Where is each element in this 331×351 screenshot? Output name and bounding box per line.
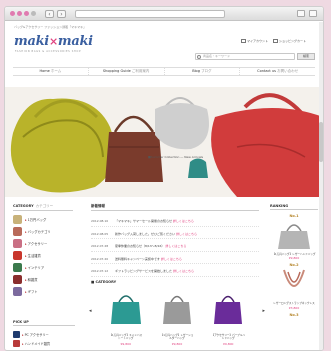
thumb-icon <box>13 239 22 248</box>
news-row[interactable]: 2012.07.12 ギフトラッピングサービスを開始しました 詳しくはこちら <box>91 267 259 277</box>
tab-dot-icon <box>31 11 36 16</box>
news-row[interactable]: 2012.07.28 夏季休業のお知らせ（8/13〜8/16） 詳しくはこちら <box>91 242 259 252</box>
back-arrow-icon[interactable]: ‹ <box>45 10 54 18</box>
sidebar-item-gift[interactable]: ギフト <box>13 286 73 297</box>
forward-arrow-icon[interactable]: › <box>57 10 66 18</box>
pickup-item-handmade[interactable]: ▸ ハンドメイド雑貨 <box>13 339 75 348</box>
search-icon <box>197 55 201 59</box>
hero-caption: ■Summer Collection ― New Arrivals <box>148 155 204 159</box>
product-card[interactable]: 【アクセサリー】パープルハンドバッグ ¥9,800 <box>211 288 245 346</box>
ranking-item[interactable]: No.2 レザーロングストラップネックレス ¥3,800 <box>270 263 318 309</box>
sidebar-item-accessory[interactable]: アクセサリー <box>13 238 73 249</box>
toolbar-icons <box>297 10 317 17</box>
bookmark-icon[interactable] <box>297 10 305 17</box>
logo-cross: × <box>48 35 58 48</box>
thumb-icon <box>13 227 22 236</box>
nav-blog[interactable]: Blog ブログ <box>165 68 241 75</box>
ranking-heading: RANKING <box>270 204 318 210</box>
ranking-necklace-image <box>283 270 305 288</box>
logo-left: maki <box>14 34 49 49</box>
hero-banner[interactable]: ■Summer Collection ― New Arrivals <box>5 87 323 197</box>
breadcrumb: バッグ&アクセサリー ファッション通販「マキマキ」 <box>14 25 87 29</box>
sidebar-item-wazakka[interactable]: 和雑貨 <box>13 274 73 285</box>
scrollbar-thumb[interactable] <box>319 122 323 162</box>
news-section: 新着情報 2012.08.10 「マキマキ」サマーセール開催のお知らせ 詳しくはこ… <box>91 204 259 280</box>
ranking-section: RANKING No.1 【1万円バッグ】レザーハンドバッグ ¥9,800 No… <box>270 204 318 318</box>
next-arrow-icon[interactable]: ▸ <box>262 308 265 314</box>
global-nav: Home ホーム Shopping Guide ご利用案内 Blog ブログ C… <box>13 67 315 76</box>
category-sidebar: CATEGORYカテゴリー 1万円バッグ バッグカテゴリ アクセサリー 生活雑貨… <box>13 204 73 298</box>
scrollbar[interactable] <box>319 22 323 350</box>
browser-titlebar: ‹ › <box>5 7 323 21</box>
thumb-icon <box>13 251 22 260</box>
thumb-icon <box>13 287 22 296</box>
my-account-link[interactable]: マイアカウント <box>241 39 268 43</box>
thumb-icon <box>13 331 20 338</box>
news-row[interactable]: 2012.08.05 新作バッグ入荷しました。ぜひご覧ください 詳しくはこちら <box>91 230 259 239</box>
nav-home[interactable]: Home ホーム <box>13 68 89 75</box>
product-card[interactable]: 【1万円バッグ】レザーショルダーバッグ ¥9,800 <box>160 288 194 346</box>
sidebar-item-zakka[interactable]: 生活雑貨 <box>13 250 73 261</box>
zoom-dot-icon[interactable] <box>24 11 29 16</box>
reload-icon[interactable] <box>309 10 317 17</box>
news-row[interactable]: 2012.07.20 送料無料キャンペーン実施中です 詳しくはこちら <box>91 255 259 264</box>
header-links: マイアカウント ショッピングカート <box>241 39 306 43</box>
ranking-item[interactable]: No.1 【1万円バッグ】レザーハンドバッグ ¥9,800 <box>270 214 318 260</box>
browser-window: ‹ › バッグ&アクセサリー ファッション通販「マキマキ」 maki×maki … <box>4 6 324 351</box>
search-input[interactable]: 商品名・キーワード <box>195 53 295 60</box>
pickup-section: PICK UP ▸ PC アクセサリー ▸ ハンドメイド雑貨 <box>13 320 75 348</box>
nav-shopping-guide[interactable]: Shopping Guide ご利用案内 <box>89 68 165 75</box>
thumb-icon <box>13 263 22 272</box>
category-pick-heading: ■ CATEGORY <box>91 280 117 284</box>
cart-icon <box>273 39 279 43</box>
thumb-icon <box>13 340 20 347</box>
close-dot-icon[interactable] <box>10 11 15 16</box>
nav-contact[interactable]: Contact us お問い合わせ <box>240 68 315 75</box>
sidebar-item-bag-category[interactable]: バッグカテゴリ <box>13 226 73 237</box>
address-bar[interactable] <box>75 10 225 18</box>
site-tagline: FASHION BAGS & ACCESSORIES SHOP <box>15 50 82 53</box>
ranking-bag-image <box>278 224 310 249</box>
web-page: バッグ&アクセサリー ファッション通販「マキマキ」 maki×maki FASH… <box>5 22 323 350</box>
site-logo[interactable]: maki×maki <box>14 34 93 49</box>
search-button[interactable]: 検索 <box>297 53 315 60</box>
pickup-heading: PICK UP <box>13 320 75 326</box>
minimize-dot-icon[interactable] <box>17 11 22 16</box>
prev-arrow-icon[interactable]: ◂ <box>89 308 92 314</box>
teal-bag-image <box>110 295 141 324</box>
thumb-icon <box>13 275 22 284</box>
sidebar-item-1man-bag[interactable]: 1万円バッグ <box>13 214 73 225</box>
ranking-item[interactable]: No.3 <box>270 313 318 317</box>
sidebar-heading: CATEGORY カテゴリー <box>13 204 73 211</box>
category-pick-row: ◂ 【1万円バッグ】キャンバストートバッグ ¥9,800 【1万円バッグ】レザー… <box>89 288 265 346</box>
sidebar-item-interior[interactable]: インテリア <box>13 262 73 273</box>
logo-right: maki <box>57 34 93 49</box>
window-controls[interactable] <box>10 11 36 16</box>
hero-bags-illustration <box>5 87 323 197</box>
product-card[interactable]: 【1万円バッグ】キャンバストートバッグ ¥9,800 <box>109 288 143 346</box>
user-icon <box>241 39 246 43</box>
thumb-icon <box>13 215 22 224</box>
news-row[interactable]: 2012.08.10 「マキマキ」サマーセール開催のお知らせ 詳しくはこちら <box>91 217 259 227</box>
pickup-item-pc[interactable]: ▸ PC アクセサリー <box>13 330 75 339</box>
cart-link[interactable]: ショッピングカート <box>273 39 306 43</box>
gray-bag-image <box>162 295 191 324</box>
purple-bag-image <box>214 295 243 324</box>
news-heading: 新着情報 <box>91 204 259 211</box>
